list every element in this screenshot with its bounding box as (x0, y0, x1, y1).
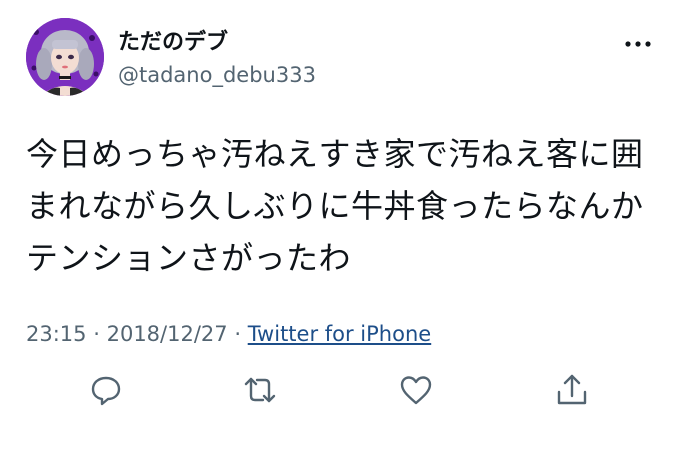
action-bar (0, 368, 680, 418)
user-handle[interactable]: @tadano_debu333 (118, 62, 316, 88)
tweet-text-line: まれながら久しぶりに牛丼食ったらなんか (26, 187, 644, 225)
reply-icon[interactable] (86, 368, 126, 412)
avatar[interactable] (26, 18, 104, 96)
retweet-icon[interactable] (240, 368, 280, 412)
display-name[interactable]: ただのデブ (118, 30, 228, 56)
tweet-text-line: テンションさがったわ (26, 239, 352, 277)
meta-separator: · (93, 322, 100, 346)
tweet-card: ただのデブ @tadano_debu333 今日めっちゃ汚ねえすき家で汚ねえ客に… (0, 0, 680, 449)
meta-separator: · (234, 322, 242, 346)
tweet-date[interactable]: 2018/12/27 (107, 322, 228, 346)
tweet-text: 今日めっちゃ汚ねえすき家で汚ねえ客に囲 まれながら久しぶりに牛丼食ったらなんか … (26, 128, 666, 284)
tweet-meta: 23:15 · 2018/12/27 · Twitter for iPhone (26, 320, 431, 348)
share-icon[interactable] (552, 368, 592, 412)
avatar-image (26, 18, 104, 96)
tweet-text-line: 今日めっちゃ汚ねえすき家で汚ねえ客に囲 (26, 135, 644, 173)
tweet-source-link[interactable]: Twitter for iPhone (248, 322, 432, 346)
tweet-time[interactable]: 23:15 (26, 322, 87, 346)
more-icon[interactable] (620, 32, 656, 56)
heart-icon[interactable] (396, 368, 436, 412)
